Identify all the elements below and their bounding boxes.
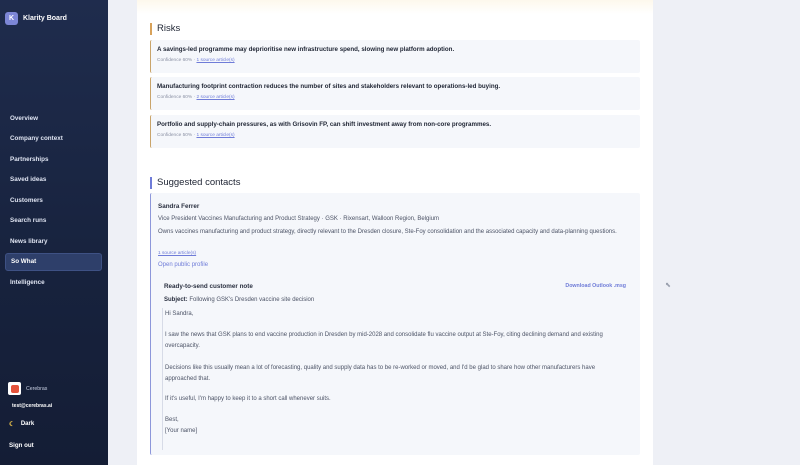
sidebar-item-company-context[interactable]: Company context	[5, 130, 102, 148]
contact-card: Sandra Ferrer Vice President Vaccines Ma…	[150, 193, 640, 455]
contact-name: Sandra Ferrer	[158, 203, 200, 210]
note-subject-text: Following GSK's Dresden vaccine site dec…	[189, 297, 315, 303]
risk-item: Manufacturing footprint contraction redu…	[150, 77, 640, 110]
theme-toggle[interactable]: ☾ Dark	[9, 420, 34, 428]
risk-meta: Confidence 50% · 1 source article(s)	[157, 133, 634, 138]
note-signoff: Best,	[165, 417, 179, 423]
brand[interactable]: K Klarity Board	[5, 12, 67, 25]
risk-title: A savings-led programme may deprioritise…	[157, 46, 455, 53]
note-signature: [Your name]	[165, 428, 198, 434]
risk-source-link[interactable]: 2 source article(s)	[196, 95, 234, 100]
note-subject: Subject: Following GSK's Dresden vaccine…	[164, 297, 314, 303]
note-paragraph: I saw the news that GSK plans to end vac…	[165, 332, 603, 349]
note-greeting: Hi Sandra,	[165, 311, 194, 317]
sidebar-nav: Overview Company context Partnerships Sa…	[5, 109, 102, 294]
user-email: test@cerebras.ai	[12, 403, 53, 409]
note-paragraph: If it's useful, I'm happy to keep it to …	[165, 396, 331, 402]
risk-confidence: Confidence 60% ·	[157, 95, 197, 100]
contacts-heading: Suggested contacts	[150, 177, 240, 189]
open-profile-link[interactable]: Open public profile	[158, 262, 208, 268]
app-name: Klarity Board	[23, 15, 67, 22]
risk-meta: Confidence 60% · 1 source article(s)	[157, 58, 634, 63]
main-card: Risks A savings-led programme may deprio…	[137, 0, 653, 465]
mouse-cursor-icon: ⬉	[665, 282, 671, 289]
contact-source-link[interactable]: 1 source article(s)	[158, 251, 196, 256]
note-subject-label: Subject:	[164, 297, 188, 303]
sidebar-item-partnerships[interactable]: Partnerships	[5, 150, 102, 168]
risk-source-link[interactable]: 1 source article(s)	[196, 58, 234, 63]
risk-item: Portfolio and supply-chain pressures, as…	[150, 115, 640, 148]
sign-out-button[interactable]: Sign out	[9, 442, 34, 449]
contact-description: Owns vaccines manufacturing and product …	[158, 229, 617, 235]
org-name: Cerebras	[26, 385, 48, 392]
org-logo-icon	[8, 382, 21, 395]
contact-role: Vice President Vaccines Manufacturing an…	[158, 216, 440, 222]
download-msg-button[interactable]: Download Outlook .msg	[565, 283, 626, 289]
sidebar-item-news-library[interactable]: News library	[5, 232, 102, 250]
sidebar-item-search-runs[interactable]: Search runs	[5, 212, 102, 230]
note-paragraph: Decisions like this usually mean a lot o…	[165, 365, 596, 382]
risk-item: A savings-led programme may deprioritise…	[150, 40, 640, 73]
note-body: Hi Sandra, I saw the news that GSK plans…	[162, 308, 632, 450]
sidebar-item-so-what[interactable]: So What	[5, 252, 102, 271]
sidebar-item-overview[interactable]: Overview	[5, 109, 102, 127]
sidebar-item-intelligence[interactable]: Intelligence	[5, 273, 102, 291]
note-heading: Ready-to-send customer note	[164, 283, 253, 290]
sidebar: K Klarity Board Overview Company context…	[0, 0, 108, 465]
theme-label: Dark	[20, 421, 35, 427]
risk-title: Portfolio and supply-chain pressures, as…	[157, 121, 492, 128]
moon-icon: ☾	[9, 421, 15, 428]
app-logo-icon: K	[5, 12, 18, 25]
sidebar-item-saved-ideas[interactable]: Saved ideas	[5, 171, 102, 189]
risk-confidence: Confidence 50% ·	[157, 133, 197, 138]
risk-confidence: Confidence 60% ·	[157, 58, 197, 63]
org-switcher[interactable]: Cerebras	[8, 382, 47, 395]
risk-source-link[interactable]: 1 source article(s)	[196, 133, 234, 138]
risk-title: Manufacturing footprint contraction redu…	[157, 83, 501, 90]
risks-heading: Risks	[150, 23, 180, 35]
sidebar-item-customers[interactable]: Customers	[5, 191, 102, 209]
risk-meta: Confidence 60% · 2 source article(s)	[157, 95, 634, 100]
card-top-strip	[137, 0, 653, 14]
